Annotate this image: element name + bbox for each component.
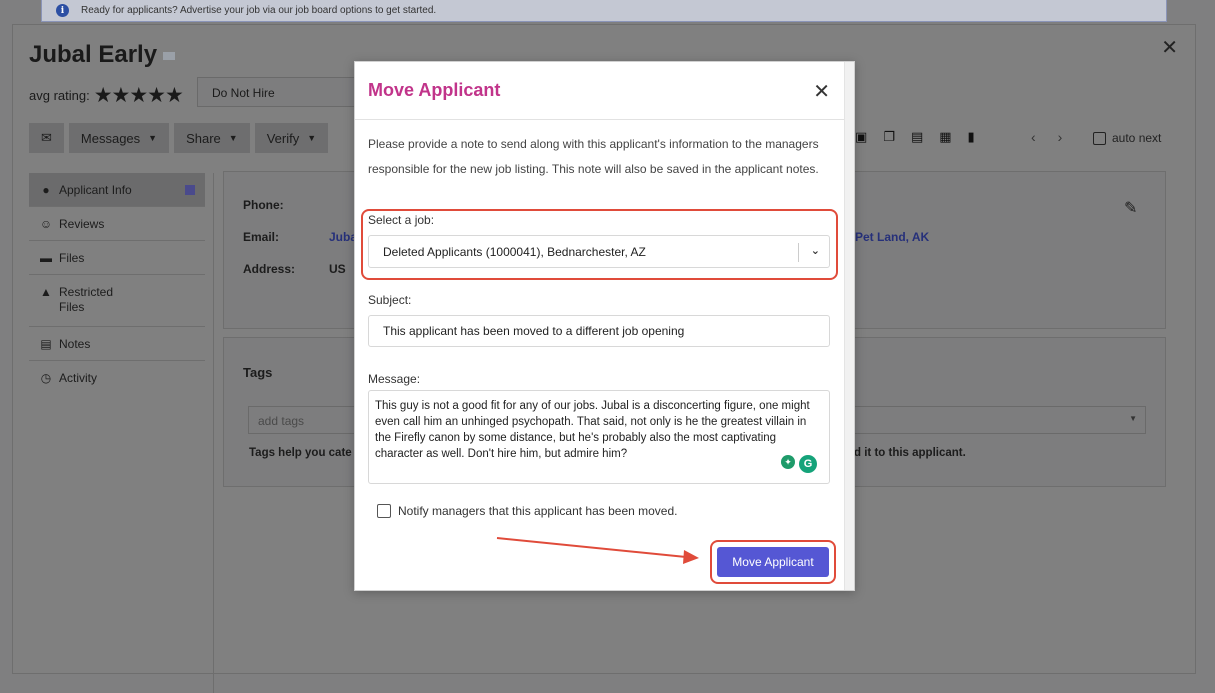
annotation-arrow: [496, 537, 699, 564]
arrow-line: [496, 537, 687, 558]
arrow-head: [683, 550, 699, 564]
